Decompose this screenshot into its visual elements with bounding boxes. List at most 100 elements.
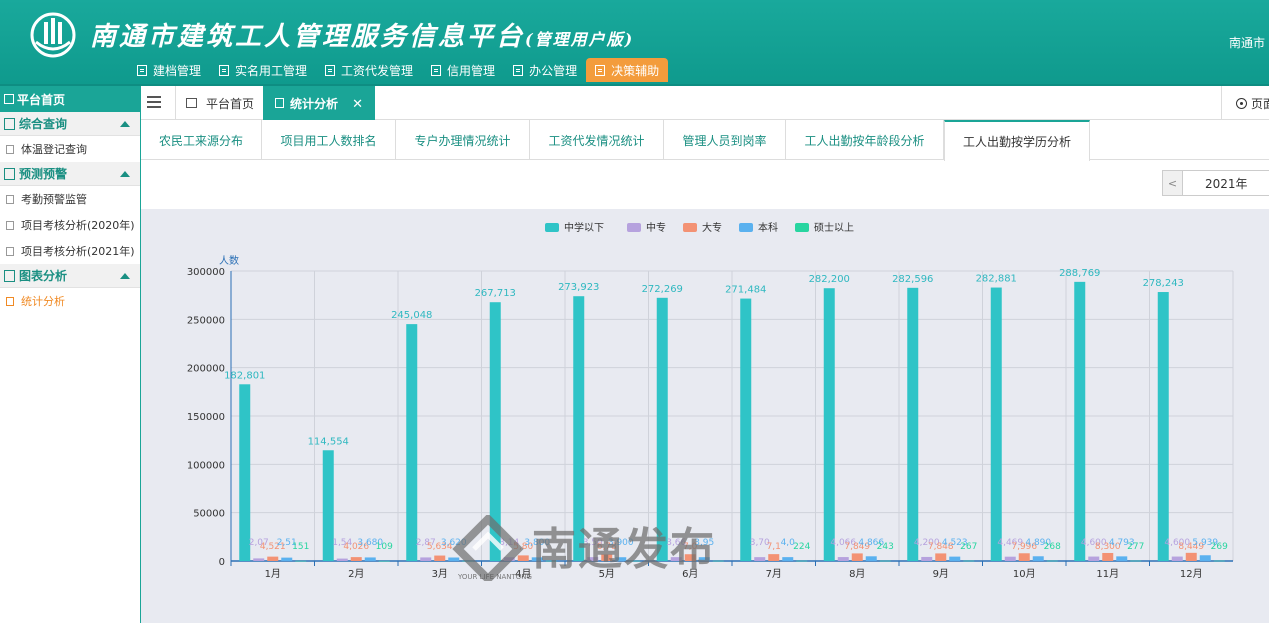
bar <box>684 554 696 561</box>
subtab-source[interactable]: 农民工来源分布 <box>141 120 262 160</box>
analysis-subtabs: 农民工来源分布 项目用工人数排名 专户办理情况统计 工资代发情况统计 管理人员到… <box>141 120 1269 161</box>
radio-icon <box>1236 97 1247 109</box>
subtab-project-ranking[interactable]: 项目用工人数排名 <box>262 120 396 160</box>
sidebar-group-warning[interactable]: 预测预警 <box>0 162 140 186</box>
bar <box>963 560 975 562</box>
bar <box>656 297 668 561</box>
subtab-wages[interactable]: 工资代发情况统计 <box>530 120 664 160</box>
bar <box>837 557 849 561</box>
topnav-item-realname[interactable]: 实名用工管理 <box>210 58 316 82</box>
bar <box>587 557 599 561</box>
data-label: 282,881 <box>976 274 1017 285</box>
bar <box>1004 556 1016 561</box>
doc-icon <box>595 64 606 76</box>
y-tick-label: 300000 <box>187 267 225 278</box>
legend-swatch <box>627 223 641 232</box>
sidebar-item-statistics[interactable]: 统计分析 <box>0 288 140 314</box>
bar <box>712 560 724 562</box>
bar <box>823 288 835 561</box>
data-label: 269 <box>1211 542 1228 552</box>
folder-icon <box>4 167 15 180</box>
topnav-item-credit[interactable]: 信用管理 <box>422 58 504 82</box>
data-label: 268 <box>1044 542 1061 552</box>
x-tick-label: 4月 <box>515 568 531 580</box>
bar <box>1032 556 1044 561</box>
year-value: 2021年 <box>1205 176 1248 191</box>
sidebar-group-charts[interactable]: 图表分析 <box>0 264 140 288</box>
tab-home[interactable]: 平台首页 <box>175 86 264 120</box>
data-label: 243 <box>877 542 894 552</box>
x-tick-label: 7月 <box>766 568 782 580</box>
doc-icon <box>6 246 14 256</box>
bar <box>1130 560 1142 562</box>
topnav-item-office[interactable]: 办公管理 <box>504 58 586 82</box>
data-label: 3,620 <box>441 538 467 548</box>
subtab-manager-rate[interactable]: 管理人员到岗率 <box>664 120 786 160</box>
data-label: 109 <box>376 542 393 552</box>
doc-icon <box>219 64 230 76</box>
bar <box>545 560 557 562</box>
app-header: 南通市建筑工人管理服务信息平台(管理用户版) 南通市 建档管理 实名用工管理 工… <box>0 0 1269 84</box>
chart-area: 中学以下 中专 大专 本科 硕士以上 人数 0 50000 100000 150000 200000… <box>141 209 1269 623</box>
sidebar-item-attendance-warning[interactable]: 考勤预警监管 <box>0 186 140 212</box>
topnav-item-archive[interactable]: 建档管理 <box>128 58 210 82</box>
bar <box>503 557 515 561</box>
sidebar-item-assessment-2020[interactable]: 项目考核分析(2020年) <box>0 212 140 238</box>
topnav-item-wages[interactable]: 工资代发管理 <box>316 58 422 82</box>
sidebar-item-assessment-2021[interactable]: 项目考核分析(2021年) <box>0 238 140 264</box>
folder-icon <box>4 117 15 130</box>
folder-icon <box>4 269 15 282</box>
chevron-left-icon[interactable]: < <box>1163 171 1183 195</box>
sidebar-home[interactable]: 平台首页 <box>0 86 140 112</box>
x-tick-label: 3月 <box>432 568 448 580</box>
bar <box>1046 560 1058 562</box>
doc-icon <box>6 144 14 154</box>
legend-label: 中学以下 <box>564 221 604 234</box>
legend-label: 硕士以上 <box>814 221 854 234</box>
tab-statistics[interactable]: 统计分析 ✕ <box>263 86 375 120</box>
bar <box>420 557 432 561</box>
y-tick-label: 100000 <box>187 460 225 471</box>
bar <box>629 560 641 562</box>
caret-up-icon <box>120 273 130 279</box>
page-options[interactable]: 页面 <box>1221 86 1269 120</box>
legend-label: 本科 <box>758 221 778 234</box>
subtab-age[interactable]: 工人出勤按年龄段分析 <box>786 120 944 160</box>
close-icon[interactable]: ✕ <box>352 97 363 112</box>
data-label: 288,769 <box>1059 268 1100 279</box>
content-area: < 2021年 中学以下 中专 大专 本科 硕士以上 人数 0 50000 100000 1500… <box>141 161 1269 623</box>
data-label: 224 <box>793 542 810 552</box>
data-label: 3,800 <box>524 538 550 548</box>
sidebar-group-query[interactable]: 综合查询 <box>0 112 140 136</box>
data-label: 182,801 <box>224 370 265 381</box>
data-label: 278,243 <box>1143 278 1184 289</box>
bar <box>698 557 710 561</box>
bar <box>1199 555 1211 561</box>
doc-icon <box>137 64 147 76</box>
subtab-education[interactable]: 工人出勤按学历分析 <box>944 120 1090 161</box>
menu-toggle-icon[interactable] <box>147 96 161 108</box>
home-icon <box>186 98 197 108</box>
x-tick-label: 9月 <box>933 568 949 580</box>
x-tick-label: 12月 <box>1180 568 1203 580</box>
x-tick-label: 2月 <box>348 568 364 580</box>
topnav-item-decision[interactable]: 决策辅助 <box>586 58 669 82</box>
subtab-account[interactable]: 专户办理情况统计 <box>396 120 530 160</box>
doc-icon <box>6 194 14 204</box>
bar <box>267 556 279 561</box>
data-label: 114,554 <box>308 436 349 447</box>
year-selector[interactable]: < 2021年 <box>1162 170 1269 196</box>
y-tick-label: 150000 <box>187 412 225 423</box>
bar <box>350 557 362 561</box>
bar <box>921 556 933 561</box>
data-label: 273,923 <box>558 282 599 293</box>
bar <box>865 556 877 561</box>
filter-row: < 2021年 <box>141 161 1269 209</box>
legend-swatch <box>545 223 559 232</box>
doc-icon <box>325 64 336 76</box>
y-tick-label: 50000 <box>193 509 225 520</box>
bar <box>295 560 307 562</box>
caret-up-icon <box>120 121 130 127</box>
sidebar-item-temperature[interactable]: 体温登记查询 <box>0 136 140 162</box>
legend-swatch <box>683 223 697 232</box>
